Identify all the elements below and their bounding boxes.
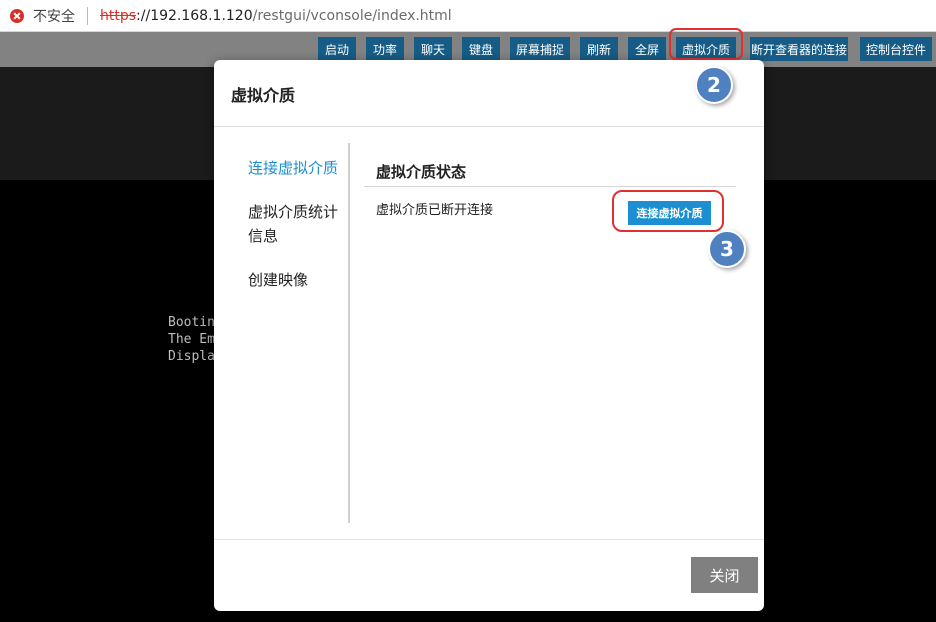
step-badge-2: 2 bbox=[695, 66, 733, 104]
section-divider bbox=[364, 186, 736, 187]
nav-connect-virtual-media[interactable]: 连接虚拟介质 bbox=[248, 156, 338, 180]
step-badge-3: 3 bbox=[708, 230, 746, 268]
refresh-button[interactable]: 刷新 bbox=[580, 37, 618, 61]
power-button[interactable]: 功率 bbox=[366, 37, 404, 61]
connect-button-highlight-outline bbox=[612, 190, 724, 232]
console-line: Booting bbox=[168, 315, 214, 330]
media-status-text: 虚拟介质已断开连接 bbox=[376, 203, 494, 218]
console-line: The Em bbox=[168, 332, 214, 347]
dialog-side-nav: 连接虚拟介质 虚拟介质统计信息 创建映像 bbox=[248, 156, 338, 312]
dialog-footer-divider bbox=[214, 539, 764, 540]
screen-capture-button[interactable]: 屏幕捕捉 bbox=[510, 37, 570, 61]
nav-create-image[interactable]: 创建映像 bbox=[248, 268, 338, 292]
security-label[interactable]: 不安全 bbox=[33, 6, 75, 26]
url-scheme: https bbox=[100, 7, 137, 24]
address-bar[interactable]: 不安全 https ://192.168.1.120 /restgui/vcon… bbox=[0, 0, 936, 32]
nav-divider bbox=[348, 143, 350, 523]
url-path: /restgui/vconsole/index.html bbox=[252, 7, 452, 24]
url-host: ://192.168.1.120 bbox=[136, 7, 253, 24]
disconnect-viewer-button[interactable]: 断开查看器的连接 bbox=[750, 37, 848, 61]
console-line: Displa bbox=[168, 349, 214, 364]
not-secure-icon bbox=[10, 8, 24, 23]
dialog-header-divider bbox=[214, 126, 764, 127]
section-title: 虚拟介质状态 bbox=[376, 163, 467, 181]
close-button[interactable]: 关闭 bbox=[691, 557, 758, 593]
toolbar-highlight-outline bbox=[669, 28, 743, 60]
nav-virtual-media-statistics[interactable]: 虚拟介质统计信息 bbox=[248, 200, 338, 248]
console-output: Booting The Em Displa bbox=[168, 314, 214, 365]
address-separator bbox=[87, 6, 88, 25]
chat-button[interactable]: 聊天 bbox=[414, 37, 452, 61]
console-controls-button[interactable]: 控制台控件 bbox=[860, 37, 932, 61]
virtual-media-dialog: 虚拟介质 连接虚拟介质 虚拟介质统计信息 创建映像 虚拟介质状态 虚拟介质已断开… bbox=[214, 60, 764, 611]
dialog-title: 虚拟介质 bbox=[231, 86, 296, 105]
fullscreen-button[interactable]: 全屏 bbox=[628, 37, 666, 61]
keyboard-button[interactable]: 键盘 bbox=[462, 37, 500, 61]
power-on-button[interactable]: 启动 bbox=[318, 37, 356, 61]
